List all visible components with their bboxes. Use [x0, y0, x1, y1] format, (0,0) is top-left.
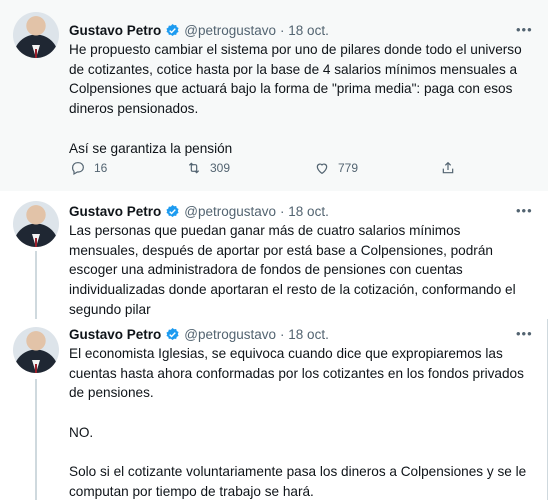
tweet-3[interactable]: Gustavo Petro @petrogustavo · 18 oct. ••…: [0, 319, 548, 500]
tweet-date[interactable]: · 18 oct.: [280, 23, 329, 38]
tweet-1[interactable]: Gustavo Petro @petrogustavo · 18 oct. ••…: [0, 0, 548, 191]
retweet-button[interactable]: 309: [186, 160, 230, 176]
tweet-2[interactable]: Gustavo Petro @petrogustavo · 18 oct. ••…: [0, 191, 548, 319]
timeline-border: [547, 319, 548, 500]
author-handle[interactable]: @petrogustavo: [184, 23, 276, 38]
tweet-header: Gustavo Petro @petrogustavo · 18 oct.: [69, 20, 329, 40]
thread-line: [35, 379, 37, 500]
heart-icon: [316, 163, 328, 175]
avatar[interactable]: [13, 327, 59, 373]
reply-button[interactable]: 16: [70, 160, 107, 176]
share-button[interactable]: [440, 160, 456, 176]
tweet-date[interactable]: · 18 oct.: [280, 327, 329, 342]
author-name[interactable]: Gustavo Petro: [69, 23, 161, 38]
more-icon[interactable]: •••: [516, 23, 534, 36]
verified-badge-icon: [166, 23, 179, 36]
tweet-text: El economista Iglesias, se equivoca cuan…: [69, 346, 527, 499]
tweet-text: Las personas que puedan ganar más de cua…: [69, 223, 516, 317]
share-icon: [442, 161, 454, 174]
tweet-header: Gustavo Petro @petrogustavo · 18 oct.: [69, 201, 329, 221]
retweet-count: 309: [210, 161, 231, 175]
tweet-date[interactable]: · 18 oct.: [280, 204, 329, 219]
more-icon[interactable]: •••: [516, 327, 534, 340]
tweet-actions: 16 309 779: [69, 160, 469, 182]
like-count: 779: [338, 161, 359, 175]
author-name[interactable]: Gustavo Petro: [69, 327, 161, 342]
reply-icon: [72, 162, 84, 176]
retweet-icon: [188, 162, 200, 174]
reply-count: 16: [94, 161, 108, 175]
more-icon[interactable]: •••: [516, 204, 534, 217]
tweet-text: He propuesto cambiar el sistema por uno …: [69, 42, 522, 156]
avatar[interactable]: [13, 201, 59, 247]
verified-badge-icon: [166, 327, 179, 340]
tweet-header: Gustavo Petro @petrogustavo · 18 oct.: [69, 324, 329, 344]
author-handle[interactable]: @petrogustavo: [184, 204, 276, 219]
verified-badge-icon: [166, 204, 179, 217]
author-name[interactable]: Gustavo Petro: [69, 204, 161, 219]
like-button[interactable]: 779: [314, 160, 358, 176]
avatar[interactable]: [13, 12, 59, 58]
thread-line: [35, 251, 37, 319]
author-handle[interactable]: @petrogustavo: [184, 327, 276, 342]
